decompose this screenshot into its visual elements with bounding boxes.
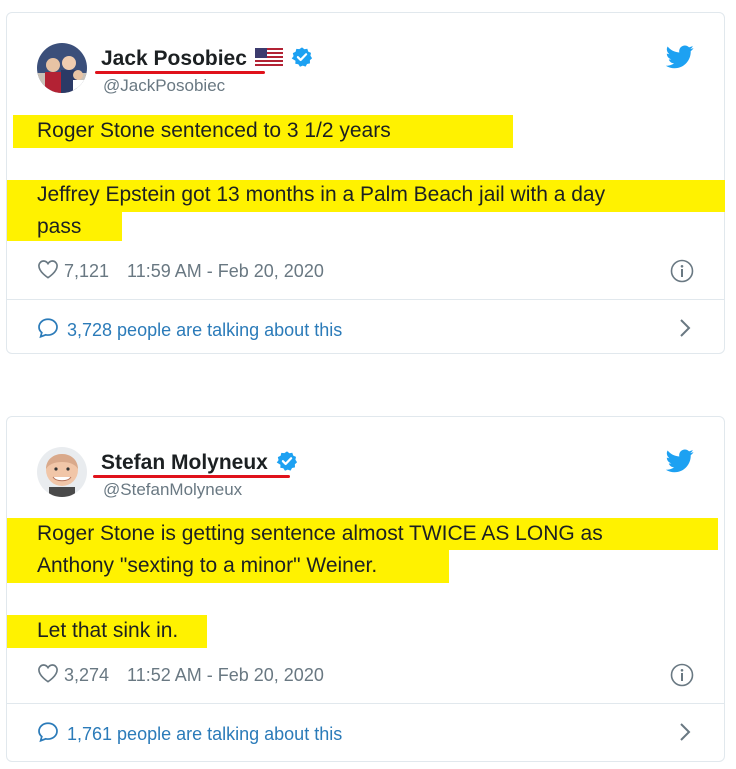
divider [7,703,724,704]
tweet-text-line: Jeffrey Epstein got 13 months in a Palm … [37,183,606,206]
us-flag-icon [254,47,283,71]
timestamp[interactable]: 11:59 AM - Feb 20, 2020 [127,261,324,282]
conversation-link[interactable]: 1,761 people are talking about this [37,721,342,748]
tweet-meta: 7,121 11:59 AM - Feb 20, 2020 [37,259,324,284]
twitter-bird-icon[interactable] [665,45,694,74]
chevron-right-icon[interactable] [678,722,692,747]
verified-badge-icon [276,450,298,477]
verified-badge-icon [291,46,313,73]
tweet-text-line: pass [37,215,82,238]
talking-count[interactable]: 1,761 people are talking about this [67,724,342,745]
like-count[interactable]: 7,121 [64,261,109,282]
tweet-text-line: Roger Stone sentenced to 3 1/2 years [37,119,391,142]
tweet-meta: 3,274 11:52 AM - Feb 20, 2020 [37,663,324,688]
heart-icon[interactable] [37,259,59,284]
tweet-card[interactable]: Stefan Molyneux @StefanMolyneux Roger St… [6,416,725,762]
author-name[interactable]: Stefan Molyneux [101,451,268,475]
like-count[interactable]: 3,274 [64,665,109,686]
tweet-text-line: Roger Stone is getting sentence almost T… [37,522,603,545]
speech-bubble-icon [37,317,59,344]
chevron-right-icon[interactable] [678,318,692,343]
info-icon[interactable] [670,259,694,288]
conversation-link[interactable]: 3,728 people are talking about this [37,317,342,344]
speech-bubble-icon [37,721,59,748]
divider [7,299,724,300]
author-name[interactable]: Jack Posobiec [101,47,247,71]
avatar[interactable] [37,43,87,93]
timestamp[interactable]: 11:52 AM - Feb 20, 2020 [127,665,324,686]
red-underline-annotation [93,475,290,478]
red-underline-annotation [95,71,265,74]
tweet-text-line: Let that sink in. [37,619,179,642]
twitter-bird-icon[interactable] [665,449,694,478]
author-handle[interactable]: @JackPosobiec [103,76,225,96]
heart-icon[interactable] [37,663,59,688]
info-icon[interactable] [670,663,694,692]
talking-count[interactable]: 3,728 people are talking about this [67,320,342,341]
tweet-card[interactable]: Jack Posobiec @JackPosobiec Roger Stone … [6,12,725,354]
avatar[interactable] [37,447,87,497]
tweet-text-line: Anthony "sexting to a minor" Weiner. [37,554,378,577]
author-handle[interactable]: @StefanMolyneux [103,480,242,500]
